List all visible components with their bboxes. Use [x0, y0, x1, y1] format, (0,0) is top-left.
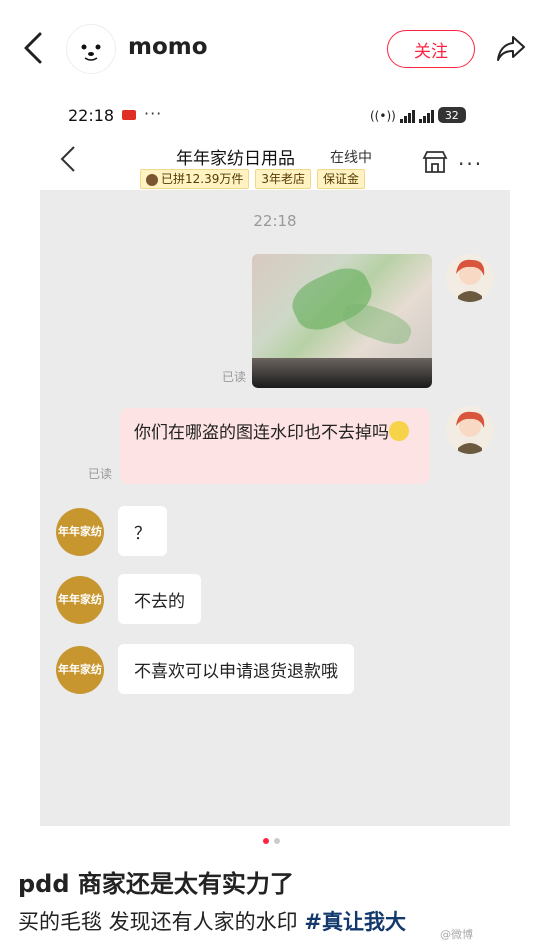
user-avatar-icon — [446, 254, 494, 302]
user-avatar[interactable] — [66, 24, 116, 74]
username[interactable]: momo — [128, 34, 208, 60]
hashtag-link[interactable]: #真让我大 — [304, 910, 406, 934]
status-bar-time: 22:18 — [68, 106, 115, 125]
shop-name: 年年家纺日用品 — [176, 149, 295, 169]
read-receipt: 已读 — [222, 370, 247, 384]
chat-header: 22:18 ··· ((•)) 32 年年家纺日用品 在线中 ··· 已拼12.… — [40, 98, 510, 190]
sales-tag: 已拼12.39万件 — [140, 169, 250, 189]
chat-timestamp: 22:18 — [253, 212, 297, 230]
watermark: @微博 — [440, 928, 473, 941]
image-pager[interactable] — [263, 838, 280, 844]
hotspot-icon: ((•)) — [370, 109, 396, 123]
online-status: 在线中 — [330, 150, 372, 166]
app-badge-icon — [122, 110, 136, 120]
top-bar: momo 关注 — [0, 0, 550, 100]
shop-avatar: 年年家纺 — [56, 508, 104, 556]
back-arrow-icon[interactable] — [20, 30, 46, 66]
blanket-photo — [252, 254, 432, 388]
signal-icon-2 — [418, 110, 434, 123]
store-age-tag: 3年老店 — [255, 169, 311, 189]
read-receipt-2: 已读 — [88, 467, 113, 481]
follow-button[interactable]: 关注 — [387, 30, 475, 68]
my-message-bubble: 你们在哪盗的图连水印也不去掉吗 — [120, 408, 430, 484]
shop-avatar: 年年家纺 — [56, 646, 104, 694]
status-bar-more: ··· — [144, 104, 163, 123]
signal-icon — [399, 110, 415, 123]
dog-face-icon — [81, 44, 101, 61]
battery-icon: 32 — [437, 107, 466, 123]
user-avatar-icon-2 — [446, 406, 494, 454]
my-message-text: 你们在哪盗的图连水印也不去掉吗 — [134, 423, 389, 443]
shop-message-bubble: 不喜欢可以申请退货退款哦 — [118, 644, 354, 694]
shop-message-bubble: ？ — [118, 506, 167, 556]
more-icon: ··· — [458, 152, 484, 176]
shop-avatar: 年年家纺 — [56, 576, 104, 624]
rolling-eyes-emoji-icon — [389, 421, 409, 441]
shop-message-bubble: 不去的 — [118, 574, 201, 624]
deposit-tag: 保证金 — [317, 169, 366, 189]
post-title: pdd 商家还是太有实力了 — [18, 870, 294, 898]
status-bar-indicators: ((•)) 32 — [370, 107, 466, 123]
chat-screenshot-image[interactable]: 22:18 ··· ((•)) 32 年年家纺日用品 在线中 ··· 已拼12.… — [40, 98, 510, 826]
share-icon[interactable] — [495, 32, 527, 64]
chat-back-icon — [60, 146, 75, 172]
shop-tags: 已拼12.39万件 3年老店 保证金 — [140, 169, 366, 189]
post-description: 买的毛毯 发现还有人家的水印 #真让我大 — [18, 910, 406, 934]
buyer-avatars-icon — [146, 173, 158, 186]
store-icon — [422, 151, 448, 173]
